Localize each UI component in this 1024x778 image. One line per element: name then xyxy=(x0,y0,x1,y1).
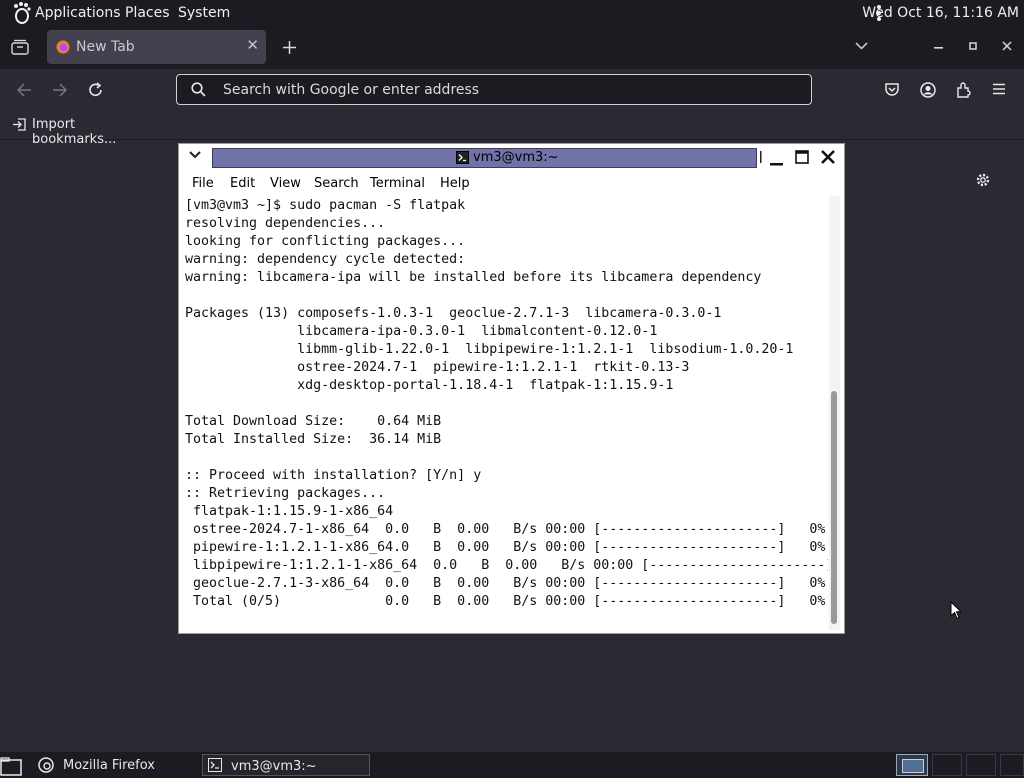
places-menu[interactable]: Places xyxy=(125,5,170,21)
terminal-output: [vm3@vm3 ~]$ sudo pacman -S flatpak reso… xyxy=(185,198,828,609)
system-menu[interactable]: System xyxy=(178,5,230,21)
import-bookmarks-button[interactable]: Import bookmarks... xyxy=(12,111,162,147)
menu-terminal[interactable]: Terminal xyxy=(370,176,425,191)
firefox-icon xyxy=(38,757,54,773)
maximize-icon[interactable] xyxy=(969,42,977,50)
taskbar-item-terminal[interactable]: vm3@vm3:~ xyxy=(202,754,370,776)
terminal-scrollbar[interactable] xyxy=(829,196,840,630)
import-icon xyxy=(13,118,26,131)
close-window-icon[interactable] xyxy=(1002,41,1012,51)
gear-icon[interactable] xyxy=(975,172,991,188)
scrollbar-thumb[interactable] xyxy=(831,391,837,624)
applications-menu[interactable]: Applications xyxy=(35,5,121,21)
taskbar-label: vm3@vm3:~ xyxy=(231,759,317,774)
workspace-switcher-3[interactable] xyxy=(966,754,996,776)
menu-help[interactable]: Help xyxy=(440,176,470,191)
close-tab-icon[interactable]: ✕ xyxy=(246,36,259,54)
workspace-switcher-2[interactable] xyxy=(932,754,962,776)
gnome-foot-icon[interactable] xyxy=(10,1,32,25)
menu-edit[interactable]: Edit xyxy=(230,176,255,191)
forward-arrow-icon[interactable] xyxy=(52,83,68,97)
address-bar[interactable] xyxy=(176,74,812,105)
taskbar-label: Mozilla Firefox xyxy=(63,758,155,773)
reload-icon[interactable] xyxy=(88,82,104,98)
titlebar-separator xyxy=(760,151,762,163)
nav-bar xyxy=(0,69,1024,111)
show-desktop-icon[interactable] xyxy=(0,757,22,776)
clock[interactable]: Wed Oct 16, 11:16 AM xyxy=(862,5,1019,21)
menu-search[interactable]: Search xyxy=(314,176,359,191)
import-bookmarks-label: Import bookmarks... xyxy=(32,117,117,147)
bottom-taskbar: Mozilla Firefox vm3@vm3:~ xyxy=(0,752,1024,778)
workspace-window-thumb xyxy=(902,759,924,773)
chevron-down-icon[interactable] xyxy=(855,42,868,50)
back-arrow-icon[interactable] xyxy=(16,83,32,97)
account-icon[interactable] xyxy=(920,82,936,98)
pocket-icon[interactable] xyxy=(884,82,900,98)
workspace-switcher-1[interactable] xyxy=(896,754,928,776)
top-panel: Applications Places System Wed Oct 16, 1… xyxy=(0,0,1024,27)
hamburger-menu-icon[interactable] xyxy=(992,83,1006,95)
terminal-window[interactable]: vm3@vm3:~ File Edit View Search Terminal… xyxy=(178,143,845,634)
menu-file[interactable]: File xyxy=(192,176,214,191)
tab-bar: New Tab ✕ xyxy=(0,27,1024,69)
terminal-maximize-icon[interactable] xyxy=(795,150,809,164)
search-icon xyxy=(191,82,206,97)
mouse-cursor-icon xyxy=(950,601,962,620)
tab-title: New Tab xyxy=(76,39,135,55)
terminal-title: vm3@vm3:~ xyxy=(473,150,559,165)
window-menu-chevron-icon[interactable] xyxy=(189,151,201,159)
terminal-minimize-icon[interactable] xyxy=(770,153,783,166)
terminal-titlebar[interactable]: vm3@vm3:~ xyxy=(212,148,757,168)
minimize-icon[interactable] xyxy=(934,46,943,49)
terminal-icon xyxy=(456,151,469,164)
url-input[interactable] xyxy=(221,79,785,101)
terminal-output-area[interactable]: [vm3@vm3 ~]$ sudo pacman -S flatpak reso… xyxy=(183,196,828,630)
terminal-icon xyxy=(208,758,222,772)
menu-view[interactable]: View xyxy=(270,176,301,191)
firefox-icon xyxy=(56,40,70,54)
terminal-menubar: File Edit View Search Terminal Help xyxy=(183,172,840,196)
terminal-close-icon[interactable] xyxy=(821,150,835,164)
taskbar-item-firefox[interactable]: Mozilla Firefox xyxy=(34,754,196,776)
tab-new-tab[interactable]: New Tab ✕ xyxy=(47,30,266,64)
tab-list-icon[interactable] xyxy=(11,39,29,55)
workspace-switcher-4[interactable] xyxy=(1000,754,1024,776)
extensions-icon[interactable] xyxy=(956,82,972,98)
new-tab-plus-icon[interactable] xyxy=(282,40,297,55)
bookmarks-toolbar: Import bookmarks... xyxy=(0,111,1024,147)
